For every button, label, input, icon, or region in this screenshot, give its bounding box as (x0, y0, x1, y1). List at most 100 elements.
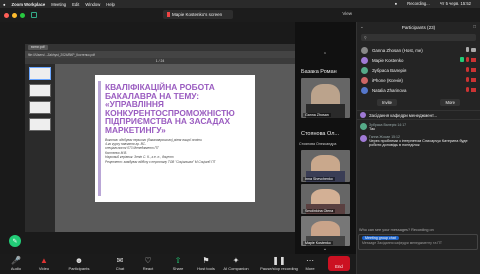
scroll-down-icon[interactable]: ⌄ (319, 246, 331, 252)
search-icon: ⚲ (364, 36, 367, 40)
pause-stop-recording-button[interactable]: ❚❚ Pause/stop recording (258, 256, 300, 271)
video-button[interactable]: ▲ Video (30, 256, 58, 271)
participant-video[interactable]: Ganna Zhosan (301, 78, 350, 118)
title-slide: КВАЛІФІКАЦІЙНА РОБОТА БАКАЛАВРА НА ТЕМУ:… (95, 75, 255, 202)
participants-list: Ganna Zhosan (Host, me) Mapie Kostenko З… (357, 43, 480, 97)
pdf-thumbnail[interactable] (29, 118, 51, 131)
participants-search-input[interactable]: ⚲ (361, 34, 476, 41)
participant-status-icons (466, 67, 476, 72)
avatar (361, 76, 368, 84)
menu-app[interactable]: Zoom Workplace (12, 2, 46, 7)
participant-row[interactable]: Зубраса Валерія (361, 65, 476, 75)
pdf-thumbnail[interactable] (29, 84, 51, 97)
collapse-panel-icon[interactable]: ⌄ (360, 24, 364, 30)
pdf-page-indicator: 1 / 24 (155, 59, 165, 63)
popout-icon[interactable]: □ (473, 24, 476, 29)
invite-button[interactable]: Invite (377, 99, 398, 106)
participant-row[interactable]: Ganna Zhosan (Host, me) (361, 45, 476, 55)
participants-button[interactable]: ☻ Participants (62, 256, 96, 271)
share-screen-icon (460, 57, 464, 62)
avatar (361, 56, 368, 64)
close-window-button[interactable] (4, 12, 9, 18)
participant-tile-name: Базака Роман (301, 69, 337, 75)
clock: Чт 5 черв. 15:52 (439, 1, 471, 6)
minimize-window-button[interactable] (12, 12, 17, 18)
pause-icon: ❚❚ (272, 256, 286, 265)
more-participants-button[interactable]: More (440, 99, 460, 106)
status-area: ● Recording... Чт 5 черв. 15:52 (395, 1, 477, 6)
participant-status-icons (460, 57, 476, 62)
audio-button[interactable]: 🎤 Audio (2, 256, 30, 271)
participant-video[interactable]: Smolinkina Olena (301, 184, 350, 214)
annotate-pencil-icon[interactable]: ✎ (9, 235, 21, 247)
chat-avatar (360, 112, 366, 118)
slide-title: КВАЛІФІКАЦІЙНА РОБОТА БАКАЛАВРА НА ТЕМУ:… (105, 82, 235, 135)
apple-icon[interactable]: ● (3, 2, 6, 7)
microphone-icon: 🎤 (11, 256, 21, 265)
scroll-up-icon[interactable]: ⌃ (319, 52, 331, 58)
react-button[interactable]: ♡ React (134, 256, 162, 271)
chat-button[interactable]: ✉ Chat (106, 256, 134, 271)
recording-status[interactable]: Recording... (407, 1, 430, 6)
heart-icon: ♡ (144, 256, 152, 265)
video-name-label: Mapie Kostenko (303, 241, 333, 245)
participant-video[interactable]: Inna Shevchenko (301, 150, 350, 182)
participant-tile-name: Стоянова Ол... (301, 131, 340, 137)
participant-row[interactable]: Natalia Zharinova (361, 85, 476, 95)
screen-share-indicator[interactable]: Mapie Kostenko's screen (163, 10, 233, 19)
pdf-thumbnail[interactable] (29, 67, 51, 80)
more-button[interactable]: ⋯ More (300, 256, 320, 271)
more-dots-icon: ⋯ (306, 256, 314, 265)
host-tools-button[interactable]: ⚑ Host tools (192, 256, 220, 271)
camera-off-icon (471, 88, 476, 92)
who-can-see-notice[interactable]: Who can see your messages? Recording on (359, 228, 434, 232)
participant-video[interactable]: Mapie Kostenko (301, 216, 350, 246)
chat-input[interactable]: Meeting group chat Message Засідання каф… (358, 234, 478, 250)
chat-message: Ганна Жосан 15:12 Через проблеми з інтер… (360, 134, 477, 148)
message-text: Через проблеми з інтернетом Слисарчук Ка… (369, 138, 468, 148)
chat-message: Зубраса Валерія 14:17 Так (360, 123, 477, 132)
browser-tab[interactable]: витяг.pdf (28, 45, 48, 50)
chat-header: Засідання кафедри менеджмент... (357, 110, 480, 120)
avatar (361, 86, 368, 94)
menu-item[interactable]: Window (85, 2, 100, 7)
participant-status-icons (466, 87, 476, 92)
participant-row[interactable]: iPhone (Ксенія) (361, 75, 476, 85)
menu-item[interactable]: Meeting (51, 2, 66, 7)
pdf-viewport: КВАЛІФІКАЦІЙНА РОБОТА БАКАЛАВРА НА ТЕМУ:… (55, 64, 295, 232)
mic-icon (466, 47, 469, 52)
share-label: Mapie Kostenko's screen (172, 12, 223, 17)
slide-meta: Виконав: здобувач першого (бакалаврськог… (105, 138, 247, 164)
menu-item[interactable]: Help (106, 2, 115, 7)
participant-name: Mapie Kostenko (372, 57, 404, 63)
video-strip: ⌃ Базака Роман Ganna Zhosan Стоянова Ол.… (295, 22, 356, 254)
avatar (360, 134, 367, 142)
participant-row[interactable]: Mapie Kostenko (361, 55, 476, 65)
end-meeting-button[interactable]: End (328, 256, 350, 271)
participants-header: ⌄ Participants (23) □ (357, 22, 480, 32)
ai-companion-button[interactable]: ✦ AI Companion (220, 256, 252, 271)
chat-placeholder: Message Засідання кафедри менеджменту та… (362, 241, 443, 245)
video-name-label: Inna Shevchenko (303, 177, 335, 181)
camera-off-icon (471, 58, 476, 62)
chat-recipient-pill[interactable]: Meeting group chat (362, 236, 399, 240)
video-off-icon: ▲ (40, 256, 48, 265)
menu-item[interactable]: Edit (72, 2, 79, 7)
recording-dot-icon: ● (394, 1, 398, 6)
participant-name: Ganna Zhosan (Host, me) (372, 47, 423, 53)
view-button[interactable]: View (342, 11, 352, 16)
mic-muted-icon (466, 77, 469, 82)
camera-off-icon (471, 68, 476, 72)
avatar (360, 123, 367, 130)
share-button[interactable]: ⇧ Share (164, 256, 192, 271)
chat-bubble-icon: ✉ (116, 256, 124, 265)
chat-title[interactable]: Засідання кафедри менеджмент... (369, 113, 437, 118)
window-titlebar: Mapie Kostenko's screen View (0, 8, 356, 22)
browser-address-bar[interactable]: file:///Users/...Zakhyst_2024/ВКР_Костен… (25, 51, 295, 58)
pdf-thumbnail[interactable] (29, 101, 51, 114)
mic-muted-icon (466, 57, 469, 62)
video-name-label: Smolinkina Olena (303, 209, 336, 213)
fullscreen-window-button[interactable] (20, 12, 25, 18)
security-shield-icon[interactable] (31, 12, 37, 18)
browser-tabbar: витяг.pdf (25, 44, 295, 51)
